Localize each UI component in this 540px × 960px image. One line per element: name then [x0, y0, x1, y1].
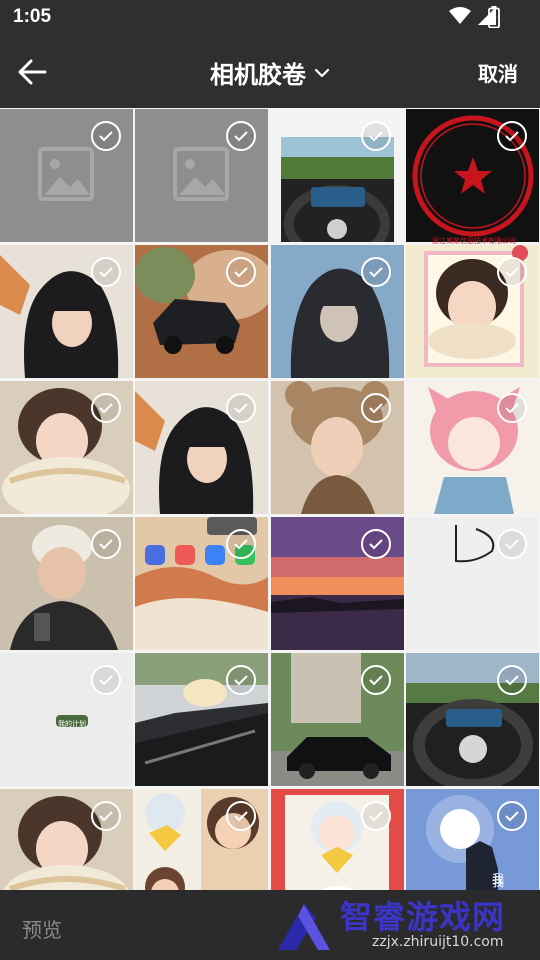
selected-check-icon[interactable]	[497, 801, 527, 831]
site-watermark: 智睿游戏网 zzjx.zhiruijt10.com	[262, 888, 540, 960]
album-title[interactable]: 相机胶卷	[210, 55, 306, 90]
battery-charging-icon	[488, 6, 500, 28]
watermark-logo-icon	[278, 904, 330, 950]
selected-check-icon[interactable]	[497, 529, 527, 559]
selected-check-icon[interactable]	[497, 665, 527, 695]
watermark-url: zzjx.zhiruijt10.com	[372, 934, 504, 950]
selected-check-icon[interactable]	[497, 257, 527, 287]
watermark-title: 智睿游戏网	[340, 898, 506, 936]
selected-check-icon[interactable]	[91, 121, 121, 151]
seal-text: 浙江某某信息技术有限公司	[432, 237, 516, 245]
selected-check-icon[interactable]	[497, 121, 527, 151]
selected-check-icon[interactable]	[361, 665, 391, 695]
selected-check-icon[interactable]	[91, 801, 121, 831]
back-button[interactable]	[12, 52, 52, 92]
selected-check-icon[interactable]	[226, 257, 256, 287]
selected-check-icon[interactable]	[361, 393, 391, 423]
selected-check-icon[interactable]	[226, 801, 256, 831]
selected-check-icon[interactable]	[361, 121, 391, 151]
chevron-down-icon[interactable]	[314, 68, 330, 78]
status-bar: 1:05	[0, 0, 540, 36]
selected-check-icon[interactable]	[91, 529, 121, 559]
app-bar: 相机胶卷 取消	[0, 36, 540, 108]
selected-check-icon[interactable]	[91, 665, 121, 695]
photo-grid: 我 浙江某某信息技术有限公司 我的计划 我	[0, 108, 540, 890]
selected-check-icon[interactable]	[361, 257, 391, 287]
selected-check-icon[interactable]	[361, 801, 391, 831]
album-selector[interactable]: 相机胶卷	[0, 36, 540, 108]
arrow-left-icon	[18, 59, 47, 85]
wifi-icon	[449, 7, 471, 24]
thumbnail-button-text: 我的计划	[58, 720, 86, 728]
selected-check-icon[interactable]	[226, 665, 256, 695]
status-time: 1:05	[13, 6, 52, 27]
selected-check-icon[interactable]	[226, 529, 256, 559]
selected-check-icon[interactable]	[91, 257, 121, 287]
selected-check-icon[interactable]	[361, 529, 391, 559]
cancel-button[interactable]: 取消	[478, 58, 518, 87]
selected-check-icon[interactable]	[91, 393, 121, 423]
selected-check-icon[interactable]	[497, 393, 527, 423]
selected-check-icon[interactable]	[226, 393, 256, 423]
preview-button[interactable]: 预览	[22, 914, 62, 943]
selected-check-icon[interactable]	[226, 121, 256, 151]
